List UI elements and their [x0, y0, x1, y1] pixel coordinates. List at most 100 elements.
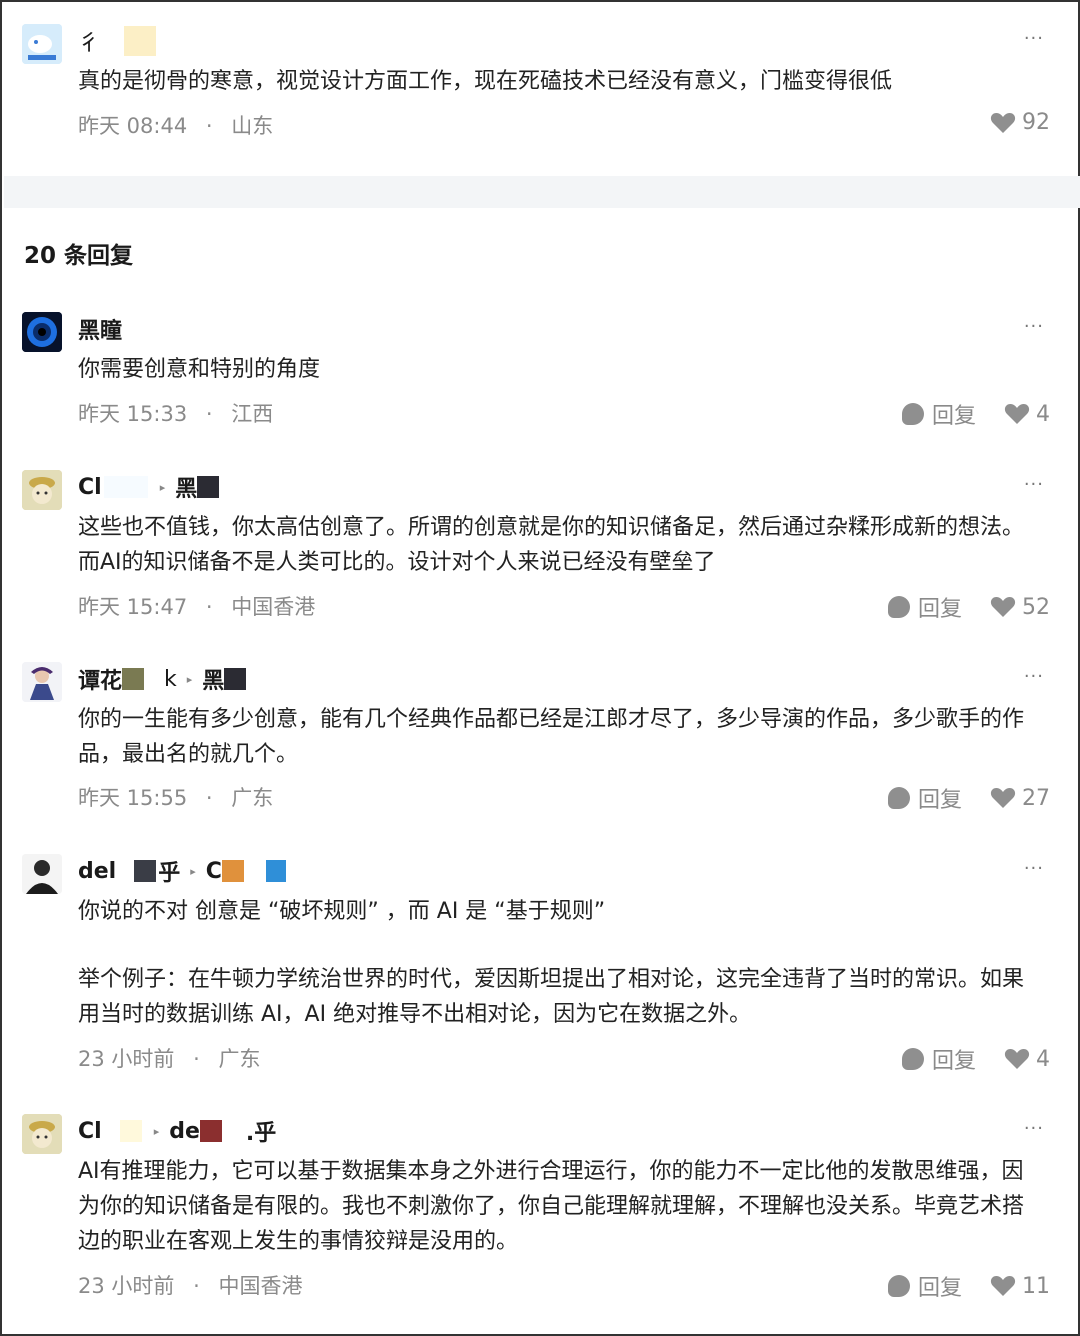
post-actions: 92	[990, 110, 1050, 135]
heart-icon	[990, 1276, 1016, 1296]
heart-icon	[990, 112, 1016, 133]
comment-meta: 23 小时前 · 广东	[78, 1043, 260, 1073]
more-options-button[interactable]: ···	[1024, 858, 1044, 879]
comment-time: 昨天 15:55	[78, 786, 188, 810]
like-count: 4	[1036, 401, 1050, 427]
reply-arrow-icon: ▸	[186, 672, 193, 686]
reply-to-name[interactable]: de	[169, 1119, 200, 1144]
redacted-name-block	[197, 476, 220, 498]
more-options-button[interactable]: ···	[1024, 666, 1044, 687]
reply-arrow-icon: ▸	[190, 864, 196, 878]
meta-separator: ·	[205, 114, 213, 138]
redacted-name-block	[103, 476, 148, 498]
post-text: 真的是彻骨的寒意，视觉设计方面工作，现在死磕技术已经没有意义，门槛变得很低	[78, 69, 893, 94]
author-name[interactable]: 彳	[78, 25, 100, 57]
comment-location: 中国香港	[218, 1274, 303, 1298]
comment-author-row: Cl ▸ 黑	[78, 472, 221, 502]
reply-to-name[interactable]: 黑	[175, 471, 197, 503]
meta-separator: ·	[193, 1047, 200, 1071]
redacted-name-block	[199, 1120, 222, 1142]
like-count: 4	[1036, 1046, 1050, 1072]
like-count: 11	[1022, 1273, 1050, 1299]
comment-meta: 23 小时前 · 中国香港	[78, 1270, 302, 1300]
author-name[interactable]: 黑瞳	[78, 313, 122, 345]
avatar[interactable]	[22, 24, 62, 64]
avatar-image	[22, 312, 62, 352]
author-name[interactable]: 谭花	[78, 663, 122, 695]
chat-bubble-icon	[901, 403, 924, 425]
avatar[interactable]	[22, 662, 62, 702]
comment-text: 你说的不对 创意是 “破坏规则” ，而 AI 是 “基于规则”	[78, 899, 606, 924]
author-name-suffix: k	[164, 666, 177, 692]
post-time: 昨天 08:44	[78, 114, 188, 138]
comment-author-row: del 乎 ▸ C	[78, 856, 288, 886]
reply-button[interactable]: 回复	[901, 1043, 976, 1075]
like-button[interactable]: 4	[1004, 402, 1050, 427]
avatar[interactable]	[22, 1114, 62, 1154]
author-name[interactable]: Cl	[78, 1119, 102, 1144]
comment-text: 你的一生能有多少创意，能有几个经典作品都已经是江郎才尽了，多少导演的作品，多少歌…	[78, 707, 1025, 767]
reply-count-title: 20 条回复	[24, 243, 134, 269]
comment-meta: 昨天 15:47 · 中国香港	[78, 591, 315, 621]
more-options-button[interactable]: ···	[1024, 316, 1044, 337]
comment-actions: 回复 4	[901, 1043, 1050, 1075]
like-count: 92	[1022, 110, 1050, 135]
comment-author-row: 谭花 k ▸ 黑	[78, 664, 248, 694]
avatar-image	[22, 854, 62, 894]
reply-button[interactable]: 回复	[887, 591, 962, 623]
author-name-suffix: 乎	[158, 861, 181, 886]
comment-location: 江西	[231, 402, 274, 426]
reply-to-name[interactable]: 黑	[202, 663, 224, 695]
like-button[interactable]: 52	[990, 595, 1050, 620]
comment-time: 昨天 15:33	[78, 402, 188, 426]
avatar[interactable]	[22, 854, 62, 894]
post-author-row: 彳	[78, 26, 158, 56]
redacted-name-block	[221, 860, 244, 882]
redacted-name-block	[124, 26, 157, 56]
comment-actions: 回复 27	[887, 782, 1050, 814]
redacted-name-block	[119, 1120, 142, 1142]
avatar-image	[22, 1114, 62, 1154]
avatar-image	[22, 662, 62, 702]
comment-meta: 昨天 15:55 · 广东	[78, 782, 273, 812]
like-button[interactable]: 4	[1004, 1047, 1050, 1072]
like-count: 52	[1022, 594, 1050, 620]
comment-actions: 回复 4	[901, 398, 1050, 430]
section-divider	[4, 176, 1080, 208]
meta-separator: ·	[205, 595, 213, 619]
reply-to-name[interactable]: C	[206, 859, 222, 884]
author-name[interactable]: Cl	[78, 475, 102, 500]
comment-location: 广东	[231, 786, 274, 810]
comment-text: 这些也不值钱，你太高估创意了。所谓的创意就是你的知识储备足，然后通过杂糅形成新的…	[78, 515, 1025, 575]
chat-bubble-icon	[901, 1048, 924, 1070]
reply-label: 回复	[931, 404, 976, 429]
comment-location: 中国香港	[231, 595, 316, 619]
reply-arrow-icon: ▸	[159, 480, 166, 494]
heart-icon	[990, 788, 1016, 808]
meta-separator: ·	[205, 402, 213, 426]
more-options-button[interactable]: ···	[1024, 1118, 1044, 1139]
reply-button[interactable]: 回复	[887, 1270, 962, 1302]
comment-actions: 回复 11	[887, 1270, 1050, 1302]
reply-button[interactable]: 回复	[901, 398, 976, 430]
avatar-image	[22, 24, 62, 64]
avatar[interactable]	[22, 312, 62, 352]
comment-location: 广东	[218, 1047, 261, 1071]
comment-time: 23 小时前	[78, 1274, 175, 1298]
redacted-name-block	[224, 668, 247, 690]
redacted-name-block	[134, 860, 157, 882]
reply-to-suffix: .乎	[245, 1121, 277, 1146]
reply-button[interactable]: 回复	[887, 782, 962, 814]
more-options-button[interactable]: ···	[1024, 28, 1044, 49]
like-button[interactable]: 92	[990, 110, 1050, 135]
comment-actions: 回复 52	[887, 591, 1050, 623]
chat-bubble-icon	[887, 596, 910, 618]
meta-separator: ·	[193, 1274, 200, 1298]
author-name[interactable]: del	[78, 859, 116, 884]
like-button[interactable]: 27	[990, 786, 1050, 811]
avatar[interactable]	[22, 470, 62, 510]
like-button[interactable]: 11	[990, 1274, 1050, 1299]
heart-icon	[1004, 404, 1030, 424]
more-options-button[interactable]: ···	[1024, 474, 1044, 495]
redacted-name-block	[265, 860, 286, 882]
